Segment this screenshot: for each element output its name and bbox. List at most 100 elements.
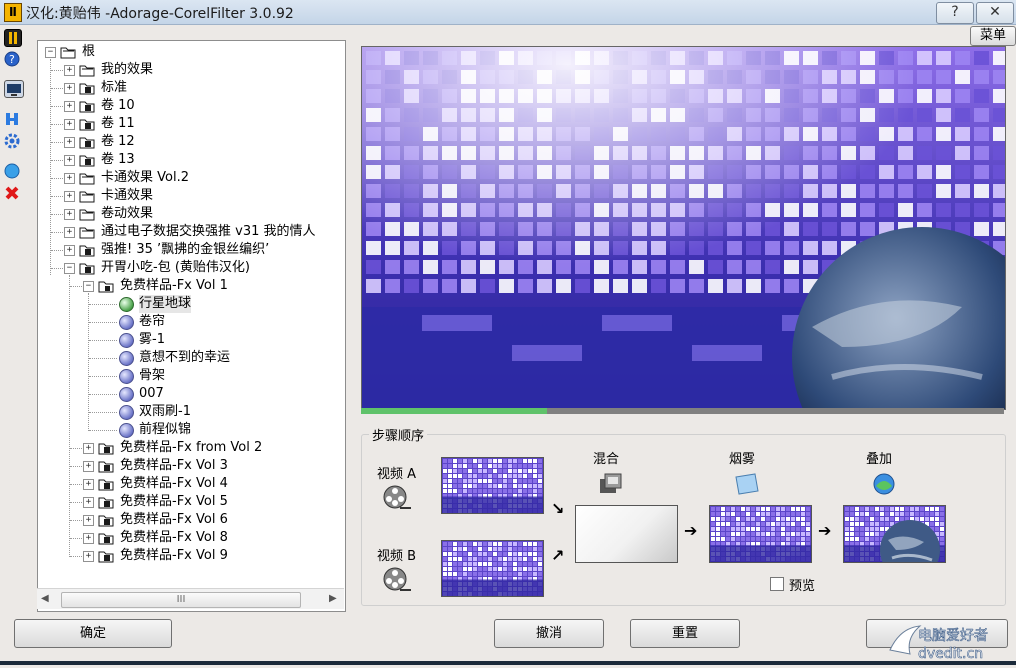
tree-item[interactable]: + 通过电子数据交换强推 v31 我的情人 [38, 223, 338, 241]
expand-icon[interactable]: + [64, 83, 75, 94]
preview-checkbox[interactable] [770, 577, 784, 591]
tree-item[interactable]: + 强推! 35 ’飘拂的金银丝编织’ [38, 241, 338, 259]
effect-icon [119, 369, 134, 384]
effect-icon [119, 351, 134, 366]
expand-icon[interactable]: + [64, 137, 75, 148]
tree-item-label: 卷 13 [101, 152, 135, 167]
effect-item[interactable]: 意想不到的幸运 [38, 349, 338, 367]
expand-icon[interactable]: + [64, 101, 75, 112]
expand-icon[interactable]: + [64, 155, 75, 166]
expand-icon[interactable]: + [83, 443, 94, 454]
tree-item[interactable]: + 卷 10 [38, 97, 338, 115]
mix-result[interactable] [575, 505, 678, 563]
collapse-icon[interactable]: − [64, 263, 75, 274]
expand-icon[interactable]: + [64, 173, 75, 184]
mix-icon[interactable] [597, 471, 625, 501]
gear-icon[interactable] [4, 133, 20, 149]
tree-subgroup[interactable]: + 免费样品-Fx from Vol 2 [38, 439, 338, 457]
tree-item[interactable]: + 我的效果 [38, 61, 338, 79]
folder-icon [60, 45, 76, 59]
mix-label: 混合 [593, 452, 620, 467]
globe-icon[interactable] [4, 163, 20, 179]
tree-subgroup[interactable]: + 免费样品-Fx Vol 8 [38, 529, 338, 547]
film-reel-icon[interactable] [382, 565, 412, 599]
overlay-icon[interactable] [871, 471, 899, 501]
arrow-down-right-icon: ↘ [551, 499, 565, 518]
help-button[interactable]: ? [936, 2, 974, 24]
tree-item[interactable]: + 卷 11 [38, 115, 338, 133]
logo-icon[interactable] [4, 29, 22, 47]
tree-item[interactable]: + 卡通效果 [38, 187, 338, 205]
expand-icon[interactable]: + [83, 479, 94, 490]
expand-icon[interactable]: + [64, 227, 75, 238]
collapse-icon[interactable]: − [45, 47, 56, 58]
taskbar-edge [0, 661, 1016, 665]
tree-item[interactable]: − 开胃小吃-包 (黄贻伟汉化) [38, 259, 338, 277]
app-icon[interactable]: Ⅱ [4, 3, 22, 22]
collapse-icon[interactable]: − [83, 281, 94, 292]
scroll-right-icon[interactable]: ▶ [329, 593, 337, 604]
tree-subgroup[interactable]: + 免费样品-Fx Vol 9 [38, 547, 338, 565]
video-a-thumbnail[interactable] [441, 457, 544, 514]
expand-icon[interactable]: + [83, 497, 94, 508]
reset-button[interactable]: 重置 [630, 619, 740, 648]
tree-item[interactable]: + 标准 [38, 79, 338, 97]
tree-root[interactable]: − 根 [38, 43, 338, 61]
effect-icon [119, 423, 134, 438]
expand-icon[interactable]: + [64, 119, 75, 130]
expand-icon[interactable]: + [83, 551, 94, 562]
tree-item[interactable]: + 卷动效果 [38, 205, 338, 223]
expand-icon[interactable]: + [64, 245, 75, 256]
tree-subgroup[interactable]: + 免费样品-Fx Vol 3 [38, 457, 338, 475]
tree-item[interactable]: + 卡通效果 Vol.2 [38, 169, 338, 187]
tree-subgroup[interactable]: + 免费样品-Fx Vol 6 [38, 511, 338, 529]
effect-item[interactable]: 前程似锦 [38, 421, 338, 439]
effect-item[interactable]: 卷帘 [38, 313, 338, 331]
expand-icon[interactable]: + [64, 191, 75, 202]
arrow-right-icon: ➔ [684, 521, 698, 540]
tool-strip: ? [2, 27, 24, 217]
tree-item-label: 卡通效果 [101, 188, 154, 203]
scroll-thumb[interactable]: III [61, 592, 301, 608]
expand-icon[interactable]: + [64, 65, 75, 76]
wand-icon[interactable] [4, 111, 20, 127]
ok-button[interactable]: 确定 [14, 619, 172, 648]
monitor-icon[interactable] [4, 80, 24, 98]
tree-subgroup-label: 免费样品-Fx Vol 8 [120, 530, 228, 545]
help-icon[interactable]: ? [4, 51, 20, 67]
video-b-thumbnail[interactable] [441, 540, 544, 597]
tree-subgroup-label: 免费样品-Fx Vol 1 [120, 278, 228, 293]
close-button[interactable]: ✕ [976, 2, 1014, 24]
arrow-right-icon: ➔ [818, 521, 832, 540]
tree-item-label: 卷 11 [101, 116, 135, 131]
folder-icon [79, 207, 95, 221]
scroll-left-icon[interactable]: ◀ [41, 593, 49, 604]
tree-subgroup[interactable]: − 免费样品-Fx Vol 1 [38, 277, 338, 295]
expand-icon[interactable]: + [83, 533, 94, 544]
effect-item[interactable]: 007 [38, 385, 338, 403]
overlay-thumbnail[interactable] [843, 505, 946, 563]
effect-item[interactable]: 雾-1 [38, 331, 338, 349]
tree-subgroup-label: 免费样品-Fx from Vol 2 [120, 440, 263, 455]
effect-item[interactable]: 行星地球 [38, 295, 338, 313]
effect-item[interactable]: 骨架 [38, 367, 338, 385]
fog-thumbnail[interactable] [709, 505, 812, 563]
tree-horizontal-scrollbar[interactable]: ◀ III ▶ [37, 588, 344, 609]
film-reel-icon[interactable] [382, 483, 412, 517]
tree-item[interactable]: + 卷 12 [38, 133, 338, 151]
menu-button[interactable]: 菜单 [970, 26, 1016, 46]
expand-icon[interactable]: + [83, 461, 94, 472]
folder-icon [79, 243, 95, 257]
tree-subgroup[interactable]: + 免费样品-Fx Vol 5 [38, 493, 338, 511]
cancel-button[interactable]: 撤消 [494, 619, 604, 648]
expand-icon[interactable]: + [64, 209, 75, 220]
effect-item[interactable]: 双雨刷-1 [38, 403, 338, 421]
progress-fill [361, 408, 548, 414]
tree-item[interactable]: + 卷 13 [38, 151, 338, 169]
effects-tree[interactable]: − 根 + 我的效果 + 标准 + 卷 10 + 卷 11 + 卷 12 + 卷 13 + 卡通效果 Vo… [37, 40, 346, 612]
tree-subgroup[interactable]: + 免费样品-Fx Vol 4 [38, 475, 338, 493]
delete-icon[interactable] [4, 185, 20, 201]
expand-icon[interactable]: + [83, 515, 94, 526]
effect-item-label: 意想不到的幸运 [139, 350, 231, 365]
fog-icon[interactable] [733, 471, 761, 501]
